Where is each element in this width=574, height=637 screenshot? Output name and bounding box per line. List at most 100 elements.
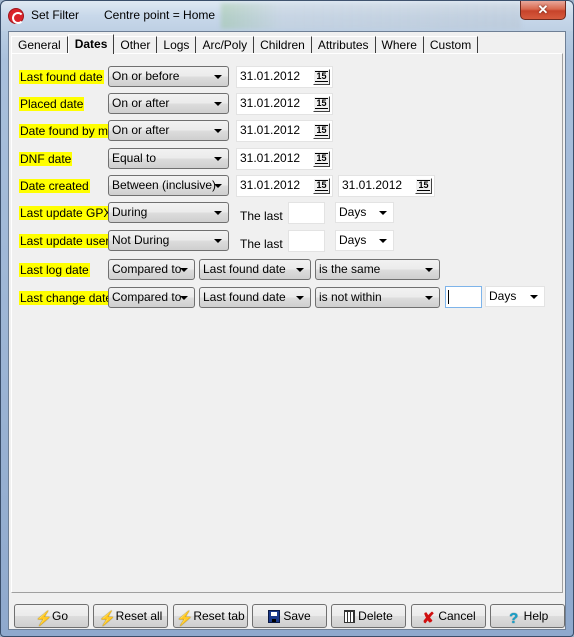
calendar-button[interactable]: 15 [313,178,330,194]
help-button[interactable]: ? Help [490,604,565,628]
placed-date-label: Placed date [19,97,85,111]
chevron-down-icon [530,295,538,299]
chevron-down-icon [214,184,222,188]
chevron-down-icon [379,239,387,243]
last-change-date-compare-field-select[interactable]: Last found date [199,287,311,308]
chevron-down-icon [180,268,188,272]
dnf-date-label: DNF date [19,152,73,166]
title-bar[interactable]: Set Filter Centre point = Home ✕ [1,1,573,31]
chevron-down-icon [214,75,222,79]
row-date-found-by-me: Date found by me On or after 31.01.2012 … [12,120,562,142]
row-last-update-gpx: Last update GPX During The last Days [12,202,562,224]
red-x-icon: ✘ [422,610,435,627]
delete-button[interactable]: Delete [331,604,406,628]
tab-arc-poly[interactable]: Arc/Poly [196,36,255,54]
reset-tab-button[interactable]: ⚡Reset tab [173,604,248,628]
date-value: 31.01.2012 [240,178,301,192]
cancel-button[interactable]: ✘ Cancel [411,604,486,628]
tab-children[interactable]: Children [254,36,312,54]
last-change-date-amount-input[interactable] [445,286,482,308]
last-change-date-relation-select[interactable]: is not within [315,287,440,308]
save-button[interactable]: Save [252,604,327,628]
set-filter-window: Set Filter Centre point = Home ✕ General… [0,0,574,637]
date-created-from-picker[interactable]: 31.01.2012 15 [236,175,333,197]
selected-value: On or after [112,96,170,110]
go-button[interactable]: ⚡Go [14,604,89,628]
last-update-user-amount-input[interactable] [288,230,325,252]
chevron-down-icon [425,296,433,300]
last-update-user-operator-select[interactable]: Not During [108,230,229,251]
calendar-button[interactable]: 15 [313,69,330,85]
tab-custom[interactable]: Custom [423,36,479,54]
row-last-found-date: Last found date On or before 31.01.2012 … [12,66,562,88]
row-dnf-date: DNF date Equal to 31.01.2012 15 [12,148,562,170]
last-log-date-compare-field-select[interactable]: Last found date [199,259,311,280]
row-placed-date: Placed date On or after 31.01.2012 15 [12,93,562,115]
reset-tab-button-label: Reset tab [193,609,245,623]
calendar-button[interactable]: 15 [313,123,330,139]
last-found-date-label: Last found date [19,70,104,84]
tab-attributes[interactable]: Attributes [311,36,376,54]
calendar-icon: 15 [315,71,328,82]
dnf-date-picker[interactable]: 31.01.2012 15 [236,148,333,170]
calendar-icon: 15 [315,153,328,164]
row-last-log-date: Last log date Compared to Last found dat… [12,259,562,281]
help-question-icon: ? [509,610,519,627]
dnf-date-operator-select[interactable]: Equal to [108,148,229,169]
chevron-down-icon [379,211,387,215]
lightning-icon: ⚡ [176,610,194,626]
selected-value: Not During [112,233,170,247]
date-value: 31.01.2012 [240,123,301,137]
date-found-by-me-picker[interactable]: 31.01.2012 15 [236,120,333,142]
last-change-date-label: Last change date [19,291,114,305]
button-bar: ⚡Go ⚡Reset all ⚡Reset tab Save Delete ✘ C… [14,604,565,628]
date-created-operator-select[interactable]: Between (inclusive) [108,175,229,196]
tab-dates[interactable]: Dates [67,34,115,54]
date-value: 31.01.2012 [240,151,301,165]
last-found-date-picker[interactable]: 31.01.2012 15 [236,66,333,88]
placed-date-operator-select[interactable]: On or after [108,93,229,114]
chevron-down-icon [425,268,433,272]
last-update-user-unit-select[interactable]: Days [335,230,394,251]
tab-logs[interactable]: Logs [157,36,197,54]
last-change-date-unit-select[interactable]: Days [485,286,545,307]
row-last-change-date: Last change date Compared to Last found … [12,286,562,309]
calendar-button[interactable]: 15 [313,96,330,112]
last-change-date-operator-select[interactable]: Compared to [108,287,195,308]
calendar-button[interactable]: 15 [313,151,330,167]
selected-value: Days [489,289,517,303]
last-log-date-relation-select[interactable]: is the same [315,259,440,280]
tab-other[interactable]: Other [114,36,158,54]
go-button-label: Go [51,609,68,623]
tab-general[interactable]: General [11,36,68,54]
close-button[interactable]: ✕ [520,1,566,20]
calendar-button[interactable]: 15 [415,178,432,194]
trash-icon [344,610,356,623]
last-update-gpx-amount-input[interactable] [288,202,325,224]
reset-all-button[interactable]: ⚡Reset all [93,604,168,628]
date-created-to-picker[interactable]: 31.01.2012 15 [338,175,435,197]
selected-value: Compared to [112,290,182,304]
calendar-icon: 15 [315,180,328,191]
tab-strip: General Dates Other Logs Arc/Poly Childr… [11,34,479,54]
chevron-down-icon [180,296,188,300]
last-update-gpx-unit-select[interactable]: Days [335,202,394,223]
date-value: 31.01.2012 [342,178,403,192]
last-log-date-label: Last log date [19,263,90,277]
chevron-down-icon [296,268,304,272]
text-caret [448,290,449,304]
chevron-down-icon [214,129,222,133]
date-found-by-me-operator-select[interactable]: On or after [108,120,229,141]
tab-where[interactable]: Where [375,36,424,54]
calendar-icon: 15 [315,125,328,136]
last-found-date-operator-select[interactable]: On or before [108,66,229,87]
dialog-client: General Dates Other Logs Arc/Poly Childr… [8,31,566,630]
selected-value: On or after [112,123,170,137]
window-title: Set Filter [31,8,80,22]
last-log-date-operator-select[interactable]: Compared to [108,259,195,280]
selected-value: Between (inclusive) [112,178,217,192]
chevron-down-icon [214,211,222,215]
placed-date-picker[interactable]: 31.01.2012 15 [236,93,333,115]
background-blur [221,3,521,29]
last-update-gpx-operator-select[interactable]: During [108,202,229,223]
